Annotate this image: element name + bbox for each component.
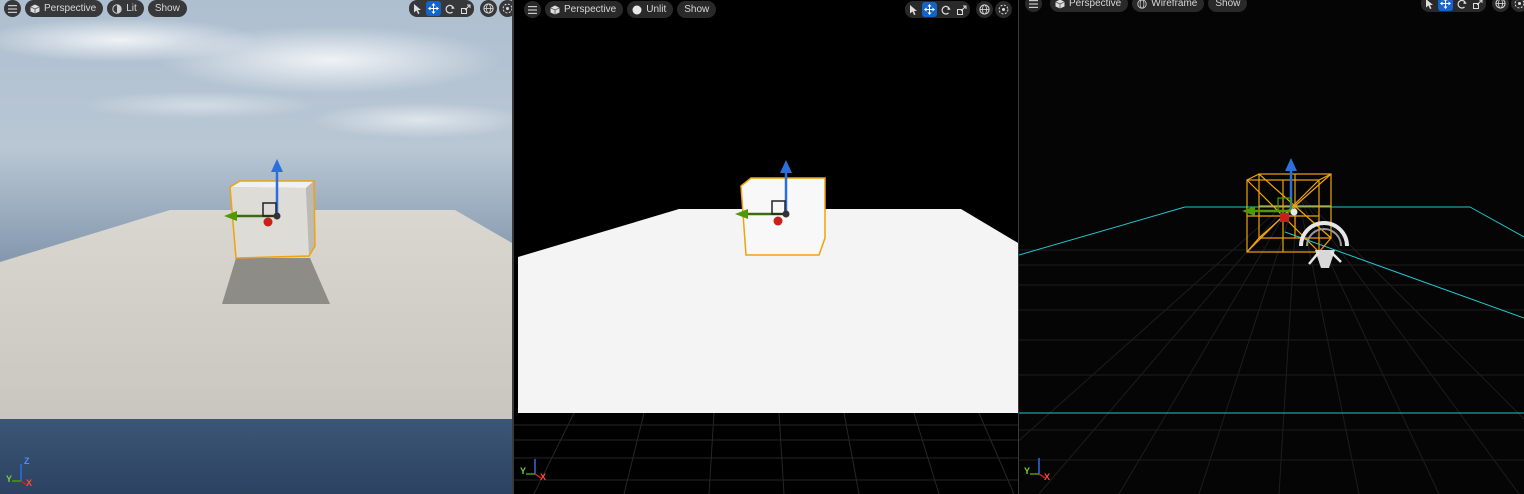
unlit-scene[interactable]	[514, 0, 1018, 494]
view-type-label: Perspective	[44, 3, 97, 14]
cloud	[80, 91, 320, 119]
viewport-menu-button[interactable]	[524, 1, 541, 18]
axis-indicator: Z Y X	[6, 456, 38, 490]
floor-below	[0, 418, 512, 494]
select-tool-icon[interactable]	[1422, 0, 1437, 11]
unlit-circle-icon	[632, 5, 642, 15]
transform-tool-group	[905, 1, 970, 18]
viewport-toolbar: Perspective Lit Show	[4, 0, 187, 17]
transform-tool-group	[409, 0, 474, 17]
select-tool-icon[interactable]	[906, 2, 921, 17]
view-type-label: Perspective	[1069, 0, 1122, 9]
rotate-tool-icon[interactable]	[442, 1, 457, 16]
hamburger-icon	[528, 5, 538, 15]
viewport-menu-button[interactable]	[1025, 0, 1042, 12]
world-space-icon[interactable]	[480, 0, 497, 17]
cube-icon	[30, 4, 40, 14]
hamburger-icon	[8, 4, 18, 14]
cube-top	[230, 181, 314, 188]
background	[1019, 0, 1524, 494]
cube-icon	[1055, 0, 1065, 9]
show-label: Show	[154, 3, 180, 14]
lit-circle-icon	[112, 3, 122, 14]
view-mode-label: Lit	[126, 3, 137, 14]
show-label: Show	[684, 4, 710, 15]
axis-label-y: Y	[520, 466, 527, 476]
axis-label-x: X	[1044, 472, 1051, 482]
viewport-toolbar: Perspective Unlit Show	[524, 1, 717, 18]
transform-toolbar	[1421, 0, 1524, 12]
viewport-toolbar: Perspective Wireframe Show	[1025, 0, 1248, 12]
show-button[interactable]: Show	[677, 1, 717, 18]
transform-tool-group	[1421, 0, 1486, 12]
viewport-unlit[interactable]: Perspective Unlit Show Y X	[514, 0, 1018, 494]
scale-tool-icon[interactable]	[1470, 0, 1485, 11]
show-button[interactable]: Show	[147, 0, 187, 17]
lit-scene[interactable]	[0, 0, 512, 494]
axis-indicator: Y X	[1024, 452, 1056, 486]
axis-label-y: Y	[1024, 466, 1031, 476]
wireframe-globe-icon	[1137, 0, 1147, 9]
show-button[interactable]: Show	[1208, 0, 1248, 12]
axis-indicator: Y X	[520, 452, 552, 486]
select-tool-icon[interactable]	[410, 1, 425, 16]
viewport-lit[interactable]: Perspective Lit Show Z Y X	[0, 0, 512, 494]
viewport-wireframe[interactable]: Perspective Wireframe Show Y X	[1019, 0, 1524, 494]
view-type-button[interactable]: Perspective	[1050, 0, 1129, 12]
axis-label-x: X	[540, 472, 547, 482]
view-type-button[interactable]: Perspective	[25, 0, 104, 17]
view-mode-button[interactable]: Unlit	[627, 1, 674, 18]
wireframe-scene[interactable]	[1019, 0, 1524, 494]
transform-toolbar	[409, 0, 512, 17]
axis-label-y: Y	[6, 474, 13, 484]
surface-snap-icon[interactable]	[995, 1, 1012, 18]
scale-tool-icon[interactable]	[954, 2, 969, 17]
hamburger-icon	[1029, 0, 1039, 9]
world-space-icon[interactable]	[1492, 0, 1509, 12]
surface-snap-icon[interactable]	[499, 0, 512, 17]
view-type-button[interactable]: Perspective	[545, 1, 624, 18]
surface-snap-icon[interactable]	[1511, 0, 1524, 12]
view-mode-button[interactable]: Lit	[107, 0, 144, 17]
cube-icon	[550, 5, 560, 15]
world-space-icon[interactable]	[976, 1, 993, 18]
scale-tool-icon[interactable]	[458, 1, 473, 16]
rotate-tool-icon[interactable]	[938, 2, 953, 17]
axis-label-x: X	[26, 478, 33, 488]
show-label: Show	[1215, 0, 1241, 9]
axis-label-z: Z	[24, 456, 30, 466]
view-mode-label: Unlit	[646, 4, 667, 15]
viewport-menu-button[interactable]	[4, 0, 21, 17]
cube	[740, 177, 826, 256]
translate-tool-icon[interactable]	[426, 1, 441, 16]
rotate-tool-icon[interactable]	[1454, 0, 1469, 11]
view-mode-label: Wireframe	[1151, 0, 1198, 9]
transform-toolbar	[905, 1, 1012, 18]
translate-tool-icon[interactable]	[922, 2, 937, 17]
view-type-label: Perspective	[564, 4, 617, 15]
translate-tool-icon[interactable]	[1438, 0, 1453, 11]
view-mode-button[interactable]: Wireframe	[1132, 0, 1205, 12]
